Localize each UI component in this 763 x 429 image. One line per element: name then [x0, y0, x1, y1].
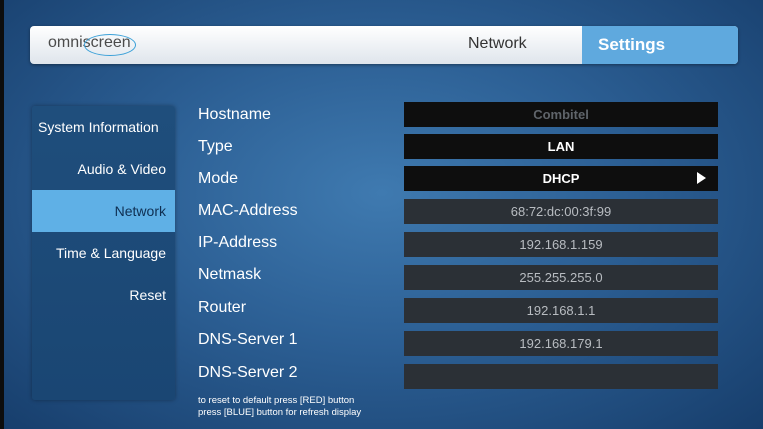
mac-address-label: MAC-Address	[198, 202, 298, 219]
sidebar-item-reset[interactable]: Reset	[32, 274, 175, 316]
hostname-field[interactable]: Combitel	[404, 102, 718, 127]
header-section-label: Network	[468, 35, 527, 52]
netmask-label: Netmask	[198, 266, 262, 283]
ip-address-label: IP-Address	[198, 234, 278, 251]
omniscreen-logo: omniscreen	[48, 34, 136, 56]
dns-server-2-label: DNS-Server 2	[198, 364, 298, 381]
sidebar-item-audio-video[interactable]: Audio & Video	[32, 148, 175, 190]
mode-value: DHCP	[542, 171, 580, 186]
play-arrow-icon[interactable]	[697, 172, 706, 184]
router-field: 192.168.1.1	[404, 298, 718, 323]
sidebar-item-network[interactable]: Network	[32, 190, 175, 232]
ip-address-field: 192.168.1.159	[404, 232, 718, 257]
reset-hint: to reset to default press [RED] button	[198, 395, 355, 406]
router-label: Router	[198, 299, 247, 316]
mode-label: Mode	[198, 170, 239, 187]
mode-selector[interactable]: DHCP	[404, 166, 718, 191]
type-field[interactable]: LAN	[404, 134, 718, 159]
mac-address-field: 68:72:dc:00:3f:99	[404, 199, 718, 224]
sidebar-item-system-information[interactable]: System Information	[32, 106, 175, 148]
netmask-field: 255.255.255.0	[404, 265, 718, 290]
screen-border	[0, 0, 4, 429]
dns-server-1-field: 192.168.179.1	[404, 331, 718, 356]
settings-sidebar: System Information Audio & Video Network…	[32, 106, 175, 400]
sidebar-item-time-language[interactable]: Time & Language	[32, 232, 175, 274]
dns-server-1-label: DNS-Server 1	[198, 331, 298, 348]
hostname-label: Hostname	[198, 106, 271, 123]
refresh-hint: press [BLUE] button for refresh display	[198, 407, 362, 418]
header-bar: omniscreen Network Settings	[30, 26, 738, 64]
dns-server-2-field	[404, 364, 718, 389]
header-title: Settings	[582, 26, 738, 64]
logo-ring-icon	[84, 34, 136, 56]
type-label: Type	[198, 138, 233, 155]
